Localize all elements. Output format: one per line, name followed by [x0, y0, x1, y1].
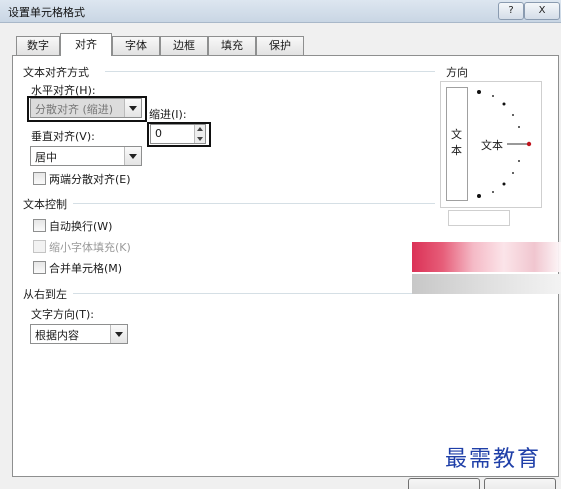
spin-down-icon[interactable] [195, 134, 205, 143]
text-control-heading: 文本控制 [23, 198, 67, 211]
vertical-text-char: 本 [451, 144, 462, 157]
dial-text: 文本 [481, 139, 503, 152]
degree-spinner[interactable] [448, 210, 510, 226]
vertical-text-char: 文 [451, 128, 462, 141]
section-divider [73, 203, 435, 204]
text-direction-value: 根据内容 [35, 329, 79, 342]
text-direction-label: 文字方向(T): [31, 308, 95, 321]
blurred-overlay [412, 242, 561, 272]
rtl-heading: 从右到左 [23, 288, 67, 301]
horizontal-align-select[interactable]: 分散对齐 (缩进) [30, 98, 142, 118]
spin-up-icon[interactable] [195, 125, 205, 134]
justify-distributed-label: 两端分散对齐(E) [49, 173, 131, 186]
indent-spinner[interactable]: 0 [150, 124, 206, 144]
vertical-align-value: 居中 [35, 151, 57, 164]
text-direction-select[interactable]: 根据内容 [30, 324, 128, 344]
spin-arrows-icon[interactable] [194, 125, 205, 143]
checkbox-box [33, 240, 46, 253]
chevron-down-icon[interactable] [124, 147, 141, 165]
ok-button[interactable] [408, 478, 480, 489]
vertical-align-label: 垂直对齐(V): [31, 130, 95, 143]
orientation-box: 文 本 文本 [440, 81, 542, 208]
merge-cells-label: 合并单元格(M) [49, 262, 123, 275]
text-alignment-heading: 文本对齐方式 [23, 66, 89, 79]
tab-number[interactable]: 数字 [16, 36, 60, 55]
tab-alignment[interactable]: 对齐 [60, 33, 112, 56]
window-title: 设置单元格格式 [8, 6, 85, 19]
vertical-text-button[interactable]: 文 本 [446, 87, 468, 201]
tab-fill[interactable]: 填充 [208, 36, 256, 55]
checkbox-box[interactable] [33, 219, 46, 232]
format-cells-dialog: 数字 对齐 字体 边框 填充 保护 文本对齐方式 水平对齐(H): 分散对齐 (… [4, 26, 561, 489]
shrink-to-fit-label: 缩小字体填充(K) [49, 241, 131, 254]
orientation-dial[interactable]: 文本 [471, 84, 537, 204]
section-divider [105, 71, 435, 72]
cancel-button[interactable] [484, 478, 556, 489]
title-bar: 设置单元格格式 ? X [0, 0, 561, 23]
tab-border[interactable]: 边框 [160, 36, 208, 55]
chevron-down-icon[interactable] [124, 99, 141, 117]
close-button[interactable]: X [524, 2, 560, 20]
vertical-align-select[interactable]: 居中 [30, 146, 142, 166]
tab-protection[interactable]: 保护 [256, 36, 304, 55]
checkbox-box[interactable] [33, 261, 46, 274]
tab-font[interactable]: 字体 [112, 36, 160, 55]
wrap-text-label: 自动换行(W) [49, 220, 113, 233]
blurred-overlay [412, 274, 561, 294]
indent-value: 0 [155, 127, 162, 140]
help-button[interactable]: ? [498, 2, 524, 20]
orientation-heading: 方向 [446, 66, 468, 79]
section-divider [73, 293, 435, 294]
watermark-logo: 最需教育 [445, 447, 542, 472]
horizontal-align-value: 分散对齐 (缩进) [35, 103, 114, 116]
indent-label: 缩进(I): [149, 108, 187, 121]
chevron-down-icon[interactable] [110, 325, 127, 343]
checkbox-box[interactable] [33, 172, 46, 185]
